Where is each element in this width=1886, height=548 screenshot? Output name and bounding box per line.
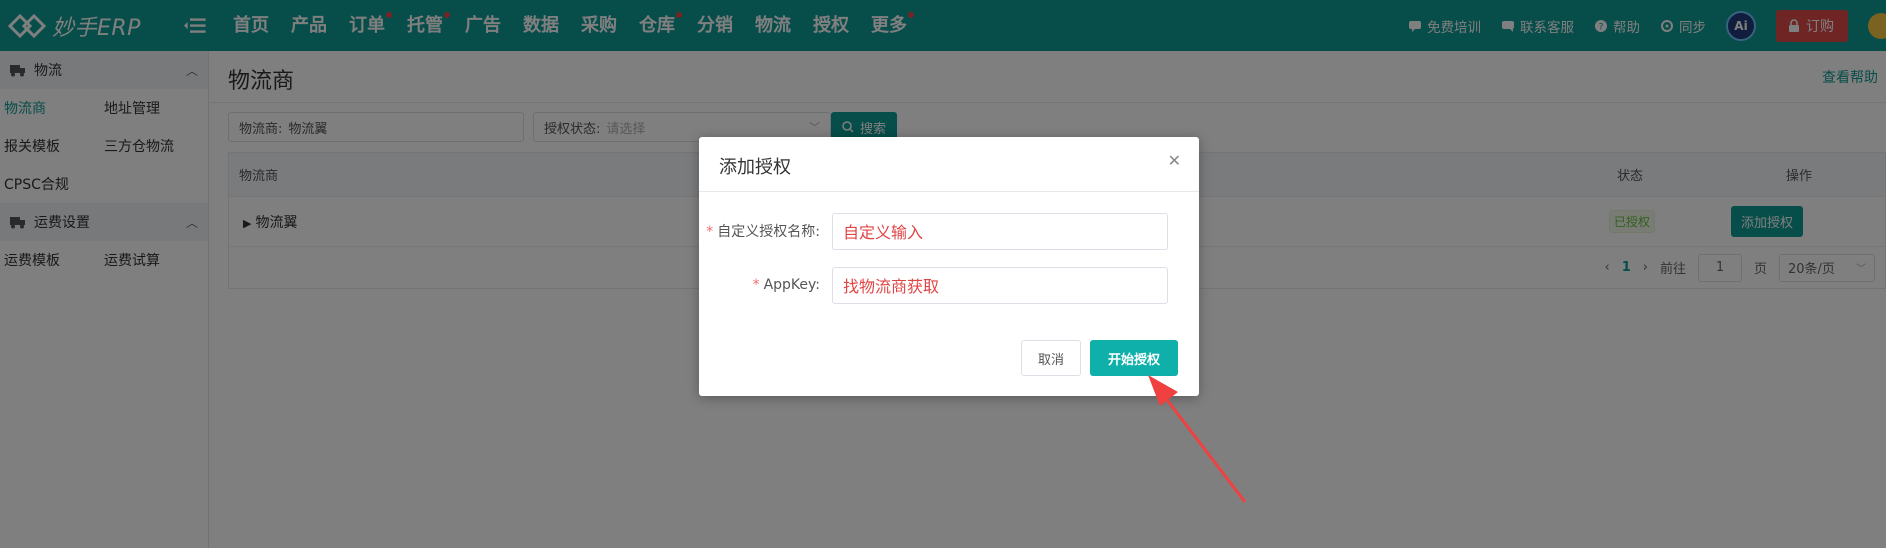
form-row-name: * 自定义授权名称: 自定义输入 (699, 212, 1199, 250)
dialog-title: 添加授权 (719, 157, 791, 178)
appkey-input[interactable]: 找物流商获取 (832, 266, 1168, 304)
divider (699, 191, 1199, 192)
cancel-button[interactable]: 取消 (1021, 340, 1081, 376)
close-icon[interactable]: ✕ (1168, 151, 1181, 170)
start-authorization-button[interactable]: 开始授权 (1090, 340, 1178, 376)
form-row-appkey: * AppKey: 找物流商获取 (699, 266, 1199, 304)
add-authorization-dialog: 添加授权 ✕ * 自定义授权名称: 自定义输入 * AppKey: 找物流商获取 取… (699, 137, 1199, 396)
auth-name-input[interactable]: 自定义输入 (832, 212, 1168, 250)
